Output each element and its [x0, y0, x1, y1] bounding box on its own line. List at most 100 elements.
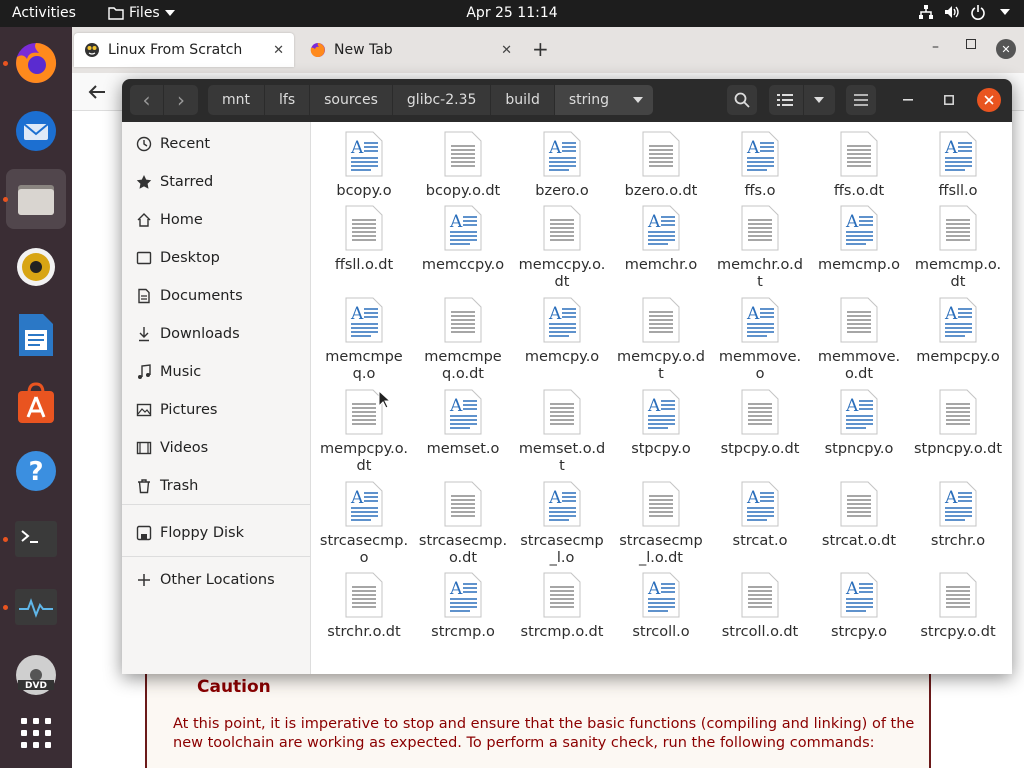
file-item[interactable]: Astrcpy.o [810, 572, 908, 641]
browser-tab-new[interactable]: New Tab ✕ [302, 33, 522, 67]
sidebar-item-other-locations[interactable]: Other Locations [122, 562, 311, 598]
file-item[interactable]: memmove.o.dt [810, 297, 908, 383]
path-menu-button[interactable] [623, 85, 654, 115]
text-file-icon [344, 572, 384, 618]
file-item[interactable]: Amemcmpeq.o [315, 297, 413, 383]
file-item[interactable]: memccpy.o.dt [513, 205, 611, 291]
forward-button[interactable]: › [164, 85, 198, 115]
file-item[interactable]: ffsll.o.dt [315, 205, 413, 274]
dock-thunderbird[interactable] [6, 101, 66, 161]
dock-rhythmbox[interactable] [6, 237, 66, 297]
new-tab-button[interactable]: + [532, 37, 549, 61]
sidebar-item-videos[interactable]: Videos [122, 430, 311, 466]
file-item[interactable]: strcmp.o.dt [513, 572, 611, 641]
dock-terminal[interactable] [6, 509, 66, 569]
path-crumb-current[interactable]: string [554, 85, 624, 115]
file-name: bzero.o [535, 183, 589, 199]
file-item[interactable]: Amemcpy.o [513, 297, 611, 366]
app-menu[interactable]: Files [108, 5, 175, 21]
file-item[interactable]: Amemmove.o [711, 297, 809, 383]
maximize-button[interactable] [937, 88, 961, 112]
browser-tab-lfs[interactable]: Linux From Scratch ✕ [74, 33, 294, 67]
file-name: memccpy.o [421, 257, 505, 273]
sidebar-item-music[interactable]: Music [122, 354, 311, 390]
sidebar-item-documents[interactable]: Documents [122, 278, 311, 314]
dock-help[interactable]: ? [6, 441, 66, 501]
file-item[interactable]: Astrcasecmp_l.o [513, 481, 611, 567]
sidebar-item-home[interactable]: Home [122, 202, 311, 238]
file-item[interactable]: Amempcpy.o [909, 297, 1007, 366]
file-item[interactable]: Amemcmp.o [810, 205, 908, 274]
file-item[interactable]: strcasecmp_l.o.dt [612, 481, 710, 567]
file-item[interactable]: Affsll.o [909, 131, 1007, 200]
file-item[interactable]: strcoll.o.dt [711, 572, 809, 641]
maximize-button[interactable] [966, 39, 976, 49]
file-item[interactable]: strcasecmp.o.dt [414, 481, 512, 567]
file-item[interactable]: memcmpeq.o.dt [414, 297, 512, 383]
path-crumb[interactable]: build [491, 85, 555, 115]
file-item[interactable]: ffs.o.dt [810, 131, 908, 200]
file-name: strcoll.o [632, 624, 690, 640]
file-item[interactable]: Amemccpy.o [414, 205, 512, 274]
file-item[interactable]: mempcpy.o.dt [315, 389, 413, 475]
sidebar-item-starred[interactable]: Starred [122, 164, 311, 200]
file-name: memcmpeq.o.dt [424, 349, 502, 382]
file-item[interactable]: Astrcmp.o [414, 572, 512, 641]
activities-button[interactable]: Activities [12, 5, 76, 21]
file-item[interactable]: Amemset.o [414, 389, 512, 458]
file-name: bzero.o.dt [624, 183, 698, 199]
file-item[interactable]: strchr.o.dt [315, 572, 413, 641]
main-menu-button[interactable] [846, 85, 876, 115]
file-item[interactable]: strcat.o.dt [810, 481, 908, 550]
file-item[interactable]: Abcopy.o [315, 131, 413, 200]
sidebar-item-recent[interactable]: Recent [122, 126, 311, 162]
dock-firefox[interactable] [6, 33, 66, 93]
file-item[interactable]: stpcpy.o.dt [711, 389, 809, 458]
dock-system-monitor[interactable] [6, 577, 66, 637]
file-item[interactable]: memcpy.o.dt [612, 297, 710, 383]
file-item[interactable]: memchr.o.dt [711, 205, 809, 291]
file-item[interactable]: memcmp.o.dt [909, 205, 1007, 291]
close-icon[interactable]: ✕ [273, 43, 284, 58]
dock-software[interactable] [6, 373, 66, 433]
file-item[interactable]: Abzero.o [513, 131, 611, 200]
dock-writer[interactable] [6, 305, 66, 365]
file-item[interactable]: Amemchr.o [612, 205, 710, 274]
text-file-icon [542, 389, 582, 435]
file-name: ffsll.o.dt [334, 257, 394, 273]
system-tray[interactable] [918, 4, 1010, 20]
path-crumb[interactable]: sources [310, 85, 393, 115]
dock-app-grid[interactable] [6, 703, 66, 763]
dock-files[interactable] [6, 169, 66, 229]
file-item[interactable]: Astpncpy.o [810, 389, 908, 458]
path-crumb[interactable]: mnt [208, 85, 265, 115]
file-item[interactable]: bcopy.o.dt [414, 131, 512, 200]
sidebar-item-floppy[interactable]: Floppy Disk [122, 515, 311, 551]
minimize-button[interactable]: – [932, 39, 939, 55]
close-window-button[interactable]: ✕ [996, 39, 1016, 59]
file-item[interactable]: Astpcpy.o [612, 389, 710, 458]
sidebar-item-pictures[interactable]: Pictures [122, 392, 311, 428]
sidebar-item-trash[interactable]: Trash [122, 468, 311, 504]
file-item[interactable]: bzero.o.dt [612, 131, 710, 200]
close-button[interactable] [977, 88, 1001, 112]
back-button[interactable]: ‹ [130, 85, 164, 115]
file-item[interactable]: memset.o.dt [513, 389, 611, 475]
path-crumb[interactable]: glibc-2.35 [392, 85, 492, 115]
file-item[interactable]: stpncpy.o.dt [909, 389, 1007, 458]
file-item[interactable]: Astrcasecmp.o [315, 481, 413, 567]
file-item[interactable]: Astrcat.o [711, 481, 809, 550]
file-item[interactable]: Astrchr.o [909, 481, 1007, 550]
search-button[interactable] [727, 85, 757, 115]
file-item[interactable]: strcpy.o.dt [909, 572, 1007, 641]
minimize-button[interactable] [896, 88, 920, 112]
path-crumb[interactable]: lfs [265, 85, 311, 115]
file-item[interactable]: Affs.o [711, 131, 809, 200]
sidebar-item-downloads[interactable]: Downloads [122, 316, 311, 352]
view-mode-button[interactable] [769, 85, 835, 115]
close-icon[interactable]: ✕ [501, 43, 512, 58]
sidebar-item-desktop[interactable]: Desktop [122, 240, 311, 276]
dock-dvd[interactable]: DVD [6, 645, 66, 705]
file-item[interactable]: Astrcoll.o [612, 572, 710, 641]
back-arrow-icon[interactable] [88, 84, 106, 100]
